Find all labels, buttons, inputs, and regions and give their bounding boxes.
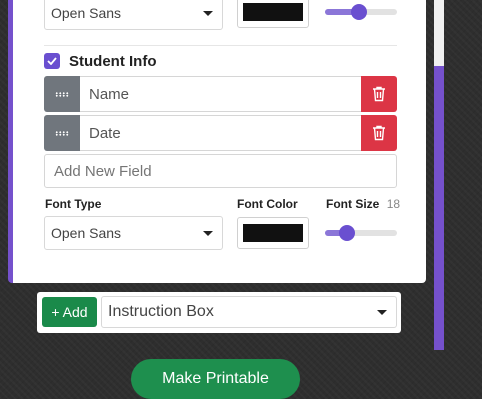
delete-field-button-date[interactable] <box>361 115 397 151</box>
field-input-date[interactable]: Date <box>80 115 361 151</box>
chevron-down-icon <box>203 231 213 236</box>
chevron-down-icon <box>203 11 213 16</box>
top-font-size-slider[interactable] <box>325 4 397 20</box>
section-divider <box>44 45 397 46</box>
top-font-type-value: Open Sans <box>51 5 122 21</box>
font-type-value: Open Sans <box>51 225 122 241</box>
drag-handle-icon <box>55 91 69 97</box>
top-font-size-slider-thumb[interactable] <box>351 4 367 20</box>
scrollbar-track[interactable] <box>434 0 444 350</box>
drag-handle-date[interactable] <box>44 115 80 151</box>
section-type-select[interactable]: Instruction Box <box>101 296 397 328</box>
font-size-label-group: Font Size 18 <box>326 197 400 211</box>
field-label-name: Name <box>89 85 130 103</box>
student-info-checkbox[interactable] <box>44 53 60 69</box>
field-input-name[interactable]: Name <box>80 76 361 112</box>
delete-field-button-name[interactable] <box>361 76 397 112</box>
font-color-label: Font Color <box>237 197 298 211</box>
add-section-button[interactable]: + Add <box>42 297 97 327</box>
font-color-picker[interactable] <box>237 217 309 249</box>
font-size-value: 18 <box>386 197 401 211</box>
font-size-slider-thumb[interactable] <box>339 225 355 241</box>
scrollbar-thumb[interactable] <box>434 66 444 350</box>
make-printable-button[interactable]: Make Printable <box>131 359 300 399</box>
drag-handle-icon <box>55 130 69 136</box>
field-row-date: Date <box>44 115 397 151</box>
font-type-label: Font Type <box>45 197 102 211</box>
trash-icon <box>373 125 385 141</box>
top-font-type-select[interactable]: Open Sans <box>44 0 223 30</box>
field-row-name: Name <box>44 76 397 112</box>
font-type-select[interactable]: Open Sans <box>44 216 223 250</box>
font-size-slider[interactable] <box>325 225 397 241</box>
trash-icon <box>373 86 385 102</box>
top-font-color-swatch <box>243 3 303 21</box>
font-size-label: Font Size <box>326 197 380 211</box>
checkmark-icon <box>47 57 57 65</box>
student-info-title: Student Info <box>69 53 157 70</box>
add-new-field-input[interactable] <box>44 154 397 188</box>
section-type-value: Instruction Box <box>108 303 214 320</box>
drag-handle-name[interactable] <box>44 76 80 112</box>
field-label-date: Date <box>89 124 121 142</box>
chevron-down-icon <box>377 310 387 315</box>
top-font-color-picker[interactable] <box>237 0 309 28</box>
font-color-swatch <box>243 224 303 242</box>
